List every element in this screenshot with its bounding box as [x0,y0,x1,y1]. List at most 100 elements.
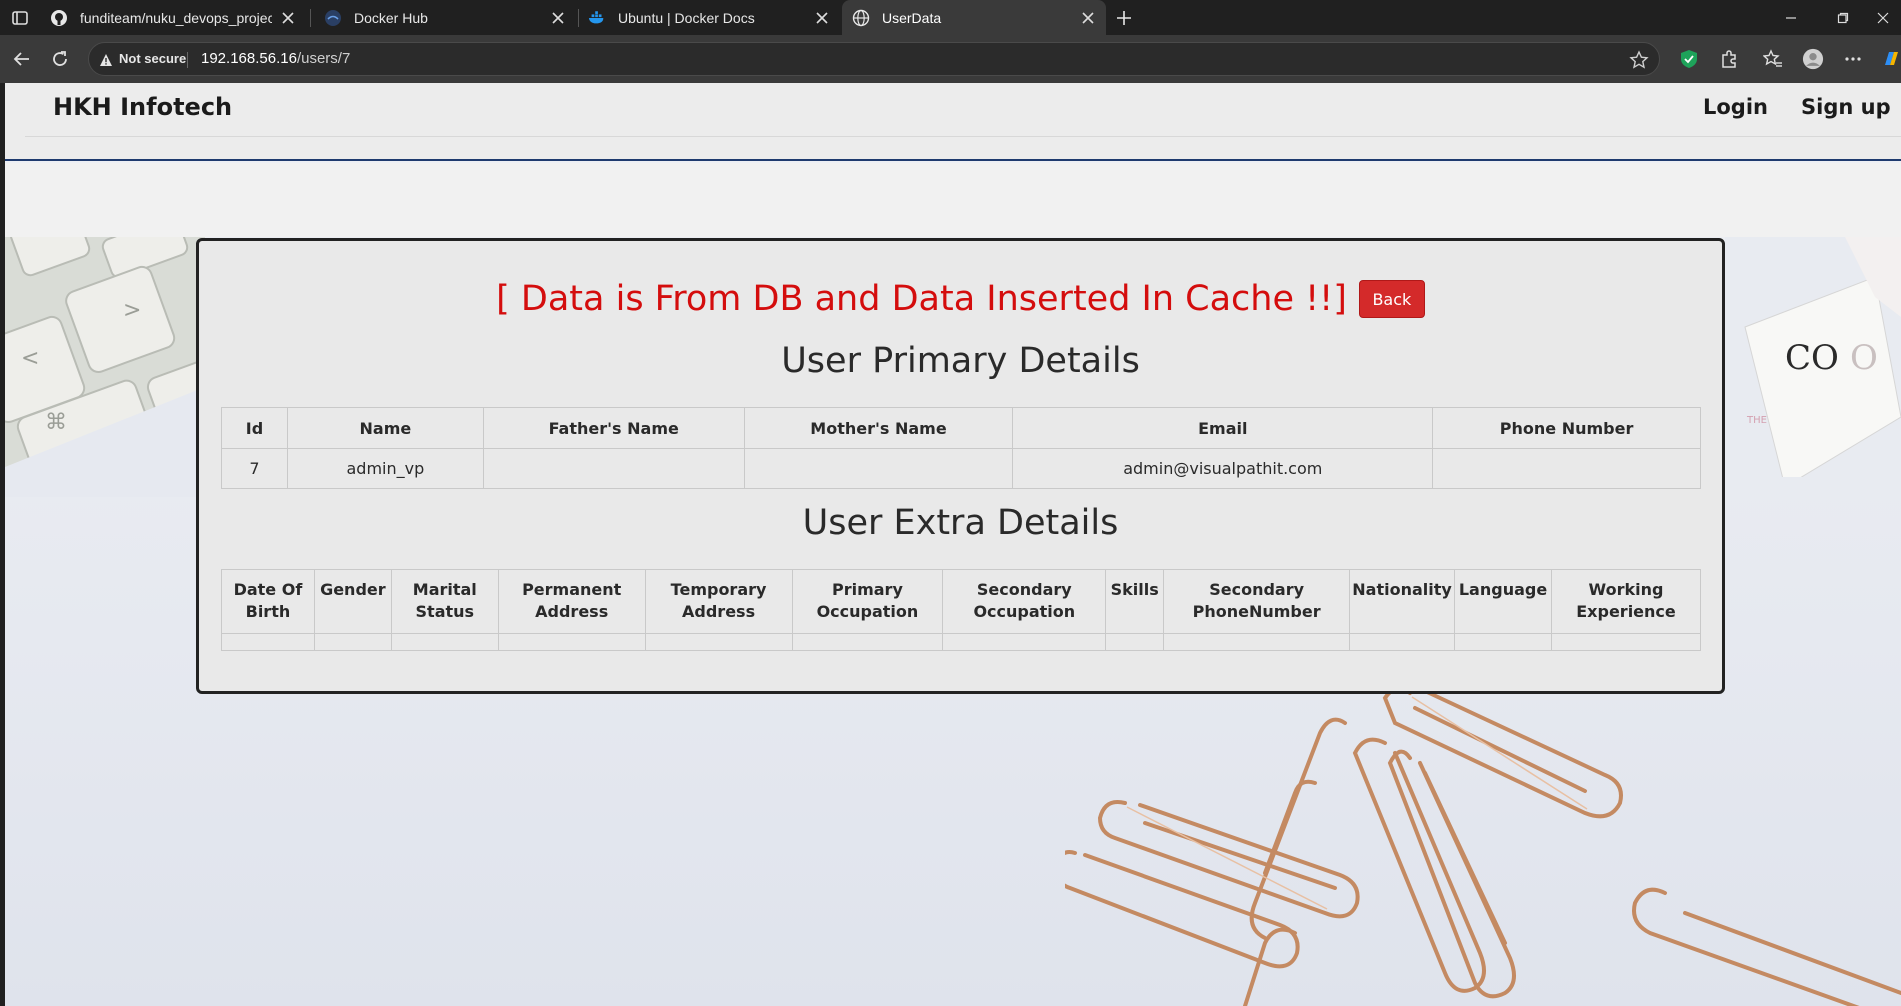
back-button[interactable]: Back [1358,280,1425,318]
docker-hub-icon [324,9,342,27]
column-header: Phone Number [1432,407,1701,449]
favorites-icon[interactable] [1762,48,1784,70]
column-header: Email [1012,407,1434,449]
divider [187,52,188,68]
table-row [221,633,1701,651]
user-details-card: [ Data is From DB and Data Inserted In C… [196,238,1725,694]
column-header: Permanent Address [497,569,646,634]
header-line: Marital [412,580,477,599]
primary-details-title: User Primary Details [781,341,1140,381]
table-cell [644,633,793,651]
svg-text:CO: CO [1785,338,1839,378]
favorite-star-icon[interactable] [1629,50,1649,70]
column-header: Nationality [1349,569,1456,634]
tab-divider [310,9,311,27]
tab-title: Ubuntu | Docker Docs [618,9,755,26]
paperclips-decoration [1065,687,1901,1006]
more-options-icon[interactable] [1842,48,1864,70]
header-line: Language [1458,580,1548,599]
site-brand[interactable]: HKH Infotech [53,93,232,121]
table-cell [791,633,944,651]
profile-avatar-icon[interactable] [1802,48,1824,70]
copilot-icon[interactable] [1880,48,1901,70]
close-icon[interactable] [814,10,830,26]
column-header: Language [1454,569,1553,634]
header-line: Secondary [1209,580,1305,599]
table-row: 7 admin_vp admin@visualpathit.com [221,448,1701,489]
window-close-icon[interactable] [1860,0,1901,35]
header-line: Nationality [1352,580,1452,599]
column-header: Gender [313,569,392,634]
browser-tab-docker-docs[interactable]: Ubuntu | Docker Docs [578,0,840,35]
header-line: Experience [1576,602,1676,621]
minimize-icon[interactable] [1768,0,1814,35]
header-line: PhoneNumber [1192,602,1321,621]
table-cell [497,633,646,651]
table-cell [1163,633,1351,651]
warning-icon[interactable] [99,52,113,66]
svg-text:<: < [21,346,39,371]
table-cell [1349,633,1456,651]
svg-text:O: O [1850,338,1878,378]
header-line: Temporary [670,580,767,599]
column-header: Marital Status [390,569,499,634]
docker-icon [588,9,606,27]
login-link[interactable]: Login [1703,95,1768,119]
table-header-row: Id Name Father's Name Mother's Name Emai… [221,407,1701,449]
signup-link[interactable]: Sign up [1801,95,1891,119]
security-label[interactable]: Not secure [119,51,186,66]
header-line: Address [682,602,756,621]
close-icon[interactable] [280,10,296,26]
new-tab-button[interactable] [1112,6,1136,30]
url-host: 192.168.56.16 [201,50,297,67]
column-header: Date Of Birth [221,569,315,634]
column-header: Working Experience [1551,569,1701,634]
header-line: Skills [1110,580,1159,599]
primary-details-table: Id Name Father's Name Mother's Name Emai… [221,407,1701,489]
table-cell [1105,633,1165,651]
address-bar[interactable]: Not secure 192.168.56.16/users/7 [88,42,1660,76]
column-header: Name [286,407,484,449]
svg-text:>: > [123,298,141,323]
table-cell [1551,633,1701,651]
header-line: Status [415,602,475,621]
header-line: Secondary [976,580,1072,599]
shield-extension-icon[interactable] [1678,48,1700,70]
cache-status-text: [ Data is From DB and Data Inserted In C… [496,279,1347,319]
table-cell-phone [1432,448,1701,489]
extra-details-table: Date Of Birth Gender Marital Status Perman… [221,569,1701,651]
browser-tab-github[interactable]: funditeam/nuku_devops_projects [40,0,306,35]
table-cell-id: 7 [221,448,288,489]
header-line: Address [535,602,609,621]
tab-actions-icon[interactable] [10,8,30,28]
table-header-row: Date Of Birth Gender Marital Status Perman… [221,569,1701,634]
business-card-decoration: CO O THE [1725,237,1901,477]
url-path: /users/7 [296,50,351,67]
header-line: Birth [245,602,291,621]
tab-title: funditeam/nuku_devops_projects [80,9,272,26]
back-arrow-icon[interactable] [10,47,34,71]
browser-tab-userdata[interactable]: UserData [842,0,1106,35]
header-line: Date Of [233,580,303,599]
header-line: Permanent [522,580,622,599]
globe-icon [852,9,870,27]
close-icon[interactable] [550,10,566,26]
column-header: Skills [1105,569,1165,634]
table-cell-fathers-name [482,448,745,489]
url-text[interactable]: 192.168.56.16/users/7 [201,50,350,67]
column-header: Secondary PhoneNumber [1163,569,1351,634]
header-line: Gender [320,580,386,599]
spacer-band [5,163,1901,237]
tab-title: UserData [882,9,942,26]
column-header: Temporary Address [644,569,793,634]
column-header: Secondary Occupation [942,569,1107,634]
reload-icon[interactable] [48,47,72,71]
github-icon [50,9,68,27]
close-icon[interactable] [1080,10,1096,26]
table-cell [313,633,392,651]
header-line: Occupation [816,602,919,621]
extensions-puzzle-icon[interactable] [1718,48,1740,70]
svg-text:⌘: ⌘ [45,410,67,435]
browser-tab-docker-hub[interactable]: Docker Hub [314,0,576,35]
cache-status-banner: [ Data is From DB and Data Inserted In C… [199,279,1722,319]
